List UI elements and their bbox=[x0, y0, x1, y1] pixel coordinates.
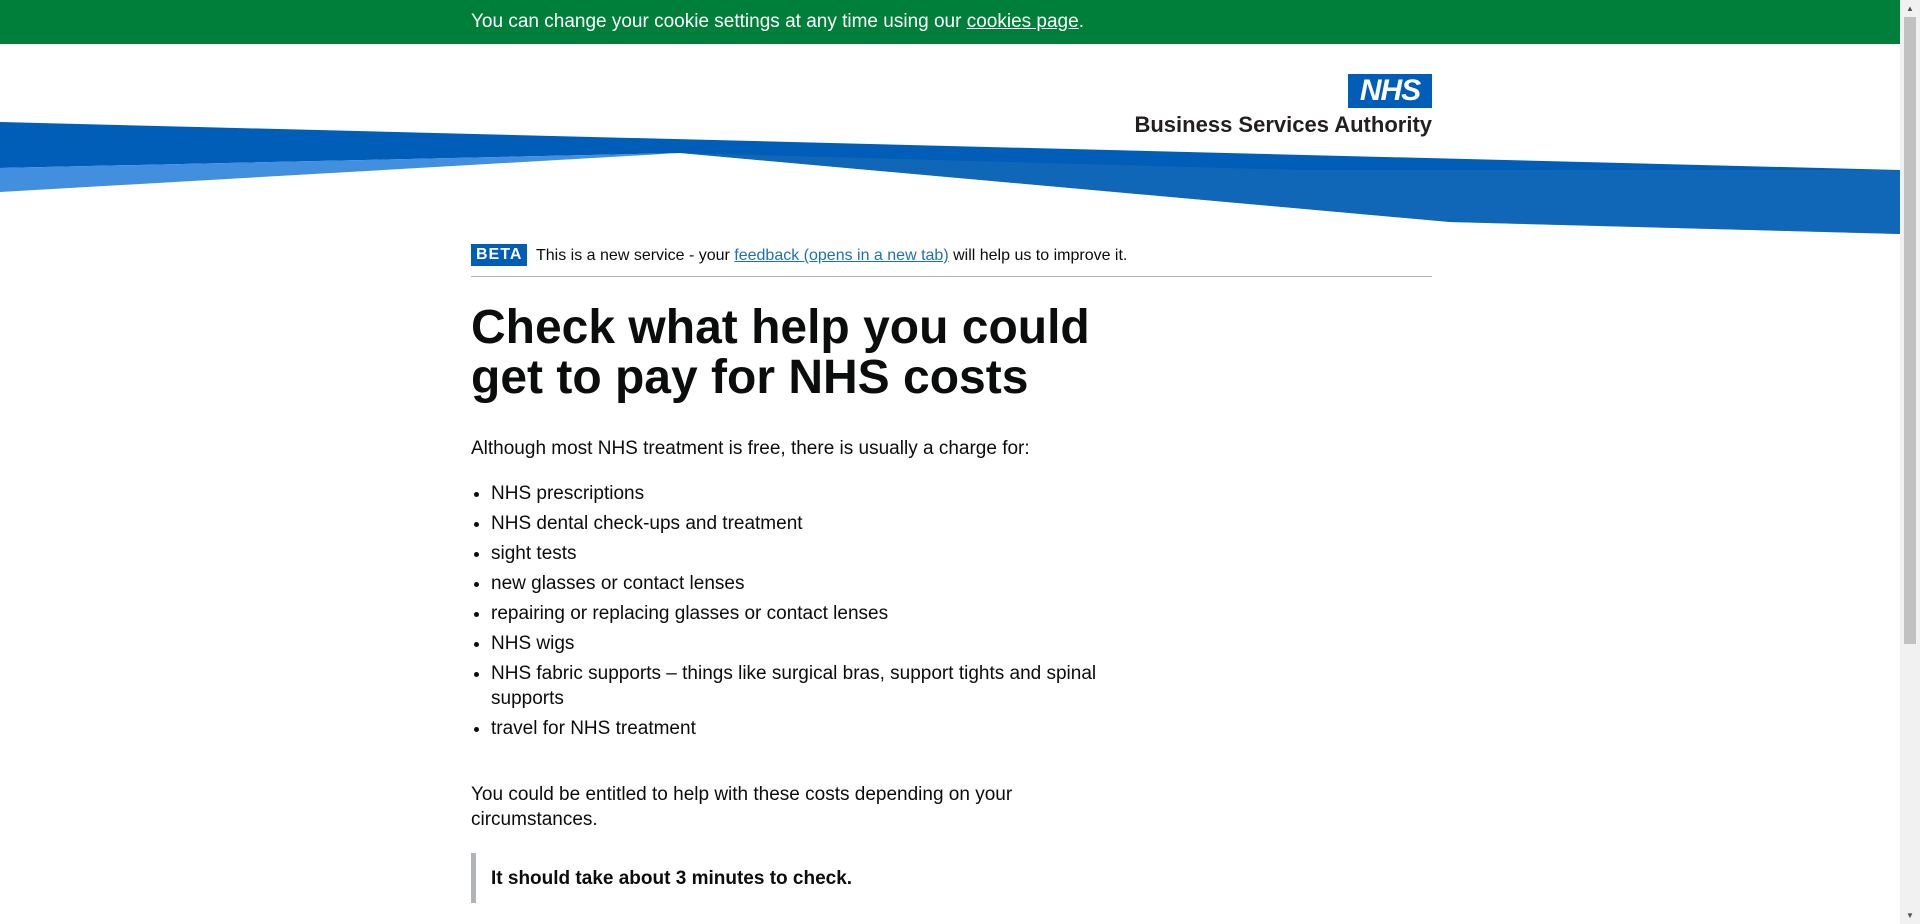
feedback-link[interactable]: feedback (opens in a new tab) bbox=[734, 247, 948, 264]
phase-banner-text: This is a new service - your feedback (o… bbox=[536, 246, 1127, 266]
list-item: repairing or replacing glasses or contac… bbox=[491, 601, 1111, 626]
organisation-name: Business Services Authority bbox=[1134, 112, 1432, 137]
list-item: sight tests bbox=[491, 541, 1111, 566]
nhs-logo-mark: NHS bbox=[1348, 74, 1432, 108]
cookie-banner-text: You can change your cookie settings at a… bbox=[471, 10, 1084, 34]
cookie-banner-suffix: . bbox=[1078, 11, 1084, 32]
entitled-text: You could be entitled to help with these… bbox=[471, 784, 1013, 830]
scroll-down-icon[interactable]: ▼ bbox=[1900, 907, 1920, 924]
main-content: Check what help you could get to pay for… bbox=[471, 303, 1111, 903]
phase-banner: BETA This is a new service - your feedba… bbox=[471, 244, 1432, 277]
intro-text: Although most NHS treatment is free, the… bbox=[471, 438, 1030, 459]
list-item: travel for NHS treatment bbox=[491, 716, 1111, 741]
list-item: NHS dental check-ups and treatment bbox=[491, 511, 1111, 536]
phase-banner-text-after: will help us to improve it. bbox=[948, 247, 1128, 264]
cookie-banner: You can change your cookie settings at a… bbox=[0, 0, 1900, 44]
page-title: Check what help you could get to pay for… bbox=[471, 301, 1090, 404]
scroll-up-icon[interactable]: ▲ bbox=[1900, 0, 1920, 17]
costs-list: NHS prescriptions NHS dental check-ups a… bbox=[471, 481, 1111, 741]
beta-tag: BETA bbox=[471, 244, 528, 266]
cookies-page-link[interactable]: cookies page bbox=[967, 11, 1079, 32]
phase-banner-text-before: This is a new service - your bbox=[536, 247, 735, 264]
page: You can change your cookie settings at a… bbox=[0, 0, 1900, 924]
inset-text: It should take about 3 minutes to check. bbox=[471, 853, 1111, 903]
list-item: NHS prescriptions bbox=[491, 481, 1111, 506]
list-item: new glasses or contact lenses bbox=[491, 571, 1111, 596]
scrollbar-thumb[interactable] bbox=[1904, 17, 1916, 644]
list-item: NHS fabric supports – things like surgic… bbox=[491, 661, 1111, 711]
list-item: NHS wigs bbox=[491, 631, 1111, 656]
header-swoosh bbox=[0, 122, 1900, 234]
vertical-scrollbar[interactable]: ▲ ▼ bbox=[1900, 0, 1920, 924]
cookie-banner-message: You can change your cookie settings at a… bbox=[471, 11, 967, 32]
nhsbsa-logo[interactable]: NHS Business Services Authority bbox=[1128, 72, 1432, 142]
